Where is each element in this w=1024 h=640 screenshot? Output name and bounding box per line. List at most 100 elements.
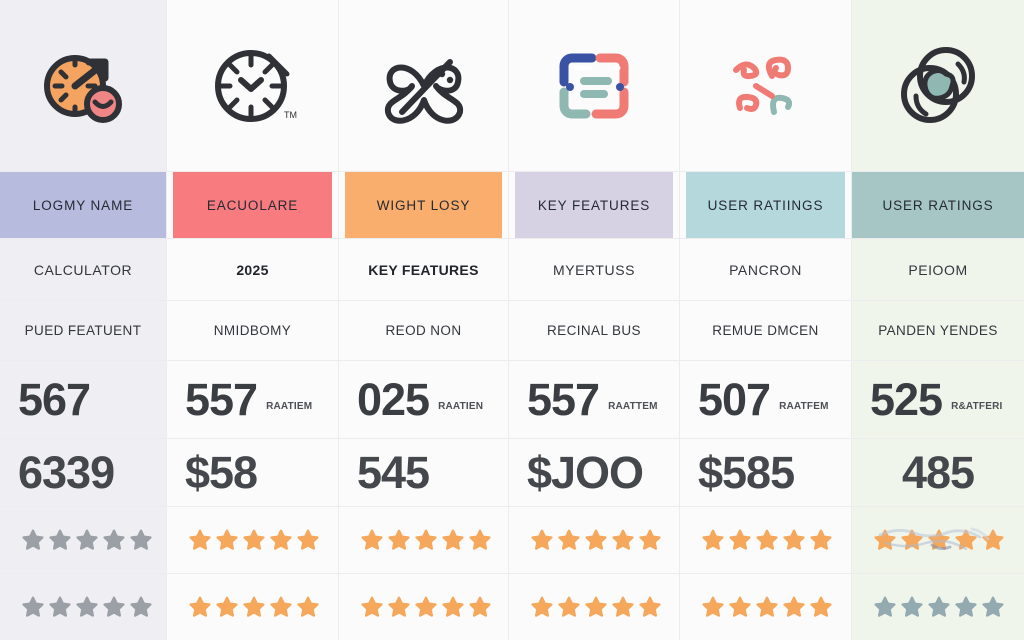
metric-a-value-1: 557 <box>185 374 258 425</box>
metric-a-note-3: RAATTEM <box>608 401 658 412</box>
metric-a-cell-2: 025 RAATIEN <box>339 361 509 439</box>
star-icon <box>361 529 383 550</box>
metric-a-line-1: 557 RAATIEM <box>167 377 338 422</box>
title-cell-0: CALCULATOR <box>0 239 167 301</box>
star-icon <box>639 596 661 617</box>
star-icon <box>531 529 553 550</box>
metric-b-line-1: $58 <box>167 450 338 495</box>
title-cell-1: 2025 <box>167 239 339 301</box>
rating-b-stars-1[interactable] <box>167 596 338 618</box>
star-icon <box>76 529 98 550</box>
star-icon <box>531 596 553 617</box>
star-icon <box>955 529 977 550</box>
star-icon <box>702 529 724 550</box>
header-chip-3[interactable]: KEY FEATURES <box>515 172 673 238</box>
rating-a-stars-4[interactable] <box>680 529 851 551</box>
star-icon <box>585 596 607 617</box>
subtitle-cell-2: REOD NON <box>339 301 509 361</box>
rating-b-stars-2[interactable] <box>339 596 508 618</box>
star-icon <box>415 596 437 617</box>
star-icon <box>612 596 634 617</box>
butterfly-wand-icon <box>368 30 480 142</box>
rating-b-stars-3[interactable] <box>509 596 679 618</box>
rating-a-cell-4 <box>680 507 852 574</box>
star-icon <box>297 529 319 550</box>
icon-cell-5 <box>852 0 1024 172</box>
star-icon <box>243 596 265 617</box>
star-icon <box>22 596 44 617</box>
star-icon <box>585 529 607 550</box>
star-icon <box>297 596 319 617</box>
scribble-shapes-icon <box>710 30 822 142</box>
star-icon <box>22 529 44 550</box>
metric-b-line-0: 6339 <box>0 450 166 495</box>
title-cell-4: PANCRON <box>680 239 852 301</box>
rating-a-cell-5 <box>852 507 1024 574</box>
subtitle-cell-5: PANDEN YENDES <box>852 301 1024 361</box>
metric-b-cell-5: 485 <box>852 439 1024 507</box>
metric-a-cell-1: 557 RAATIEM <box>167 361 339 439</box>
rating-a-stars-5[interactable] <box>852 529 1024 551</box>
star-icon <box>810 596 832 617</box>
rating-a-stars-2[interactable] <box>339 529 508 551</box>
metric-b-value-5: 485 <box>901 447 975 498</box>
rating-b-stars-0[interactable] <box>0 596 166 618</box>
star-icon <box>49 596 71 617</box>
metric-a-line-3: 557 RAATTEM <box>509 377 679 422</box>
header-chip-0[interactable]: LOGMY NAME <box>0 172 166 238</box>
metric-b-cell-4: $585 <box>680 439 852 507</box>
rating-a-stars-0[interactable] <box>0 529 166 551</box>
header-cell-1: EACUOLARE <box>167 172 339 239</box>
star-icon <box>810 529 832 550</box>
metric-b-cell-3: $JOO <box>509 439 680 507</box>
globe-circles-icon <box>882 30 994 142</box>
star-icon <box>756 529 778 550</box>
star-icon <box>388 596 410 617</box>
icon-cell-0 <box>0 0 167 172</box>
metric-a-cell-5: 525 R&ATFERI <box>852 361 1024 439</box>
star-icon <box>415 529 437 550</box>
subtitle-cell-4: REMUE DMCEN <box>680 301 852 361</box>
row-title-2: KEY FEATURES <box>368 261 479 278</box>
header-label-0: LOGMY NAME <box>32 197 134 213</box>
star-icon <box>216 529 238 550</box>
header-label-4: USER RATIINGS <box>707 197 824 213</box>
star-icon <box>103 529 125 550</box>
row-title-5: PEIOOM <box>908 261 968 278</box>
metric-a-line-2: 025 RAATIEN <box>339 377 508 422</box>
metric-b-value-0: 6339 <box>18 447 115 498</box>
header-label-3: KEY FEATURES <box>537 197 651 213</box>
star-icon <box>361 596 383 617</box>
row-subtitle-2: REOD NON <box>385 323 462 338</box>
metric-a-line-5: 525 R&ATFERI <box>852 377 1024 422</box>
rating-a-stars-1[interactable] <box>167 529 338 551</box>
star-icon <box>469 596 491 617</box>
header-label-5: USER RATINGS <box>882 197 994 213</box>
metric-b-cell-2: 545 <box>339 439 509 507</box>
star-icon <box>189 529 211 550</box>
row-subtitle-3: RECINAL BUS <box>547 323 641 338</box>
header-chip-5[interactable]: USER RATINGS <box>852 172 1024 238</box>
header-chip-4[interactable]: USER RATIINGS <box>686 172 845 238</box>
rating-b-stars-5[interactable] <box>852 596 1024 618</box>
row-subtitle-1: NMIDBOMY <box>213 323 292 338</box>
metric-a-cell-4: 507 RAATFEM <box>680 361 852 439</box>
rating-b-stars-4[interactable] <box>680 596 851 618</box>
rating-a-stars-3[interactable] <box>509 529 679 551</box>
product-comparison-table: TM LOGMY NAME EACUOLARE WIGHT LOSY KEY F… <box>0 0 1024 640</box>
header-label-1: EACUOLARE <box>206 197 299 213</box>
star-icon <box>243 529 265 550</box>
title-cell-3: MYERTUSS <box>509 239 680 301</box>
header-label-2: WIGHT LOSY <box>376 197 471 213</box>
star-icon <box>270 596 292 617</box>
header-chip-1[interactable]: EACUOLARE <box>173 172 332 238</box>
metric-a-line-4: 507 RAATFEM <box>680 377 851 422</box>
icon-cell-4 <box>680 0 852 172</box>
metric-b-line-3: $JOO <box>509 450 679 495</box>
rating-b-cell-4 <box>680 574 852 640</box>
star-icon <box>442 529 464 550</box>
rating-b-cell-5 <box>852 574 1024 640</box>
star-icon <box>76 596 98 617</box>
header-chip-2[interactable]: WIGHT LOSY <box>345 172 502 238</box>
icon-cell-2 <box>339 0 509 172</box>
